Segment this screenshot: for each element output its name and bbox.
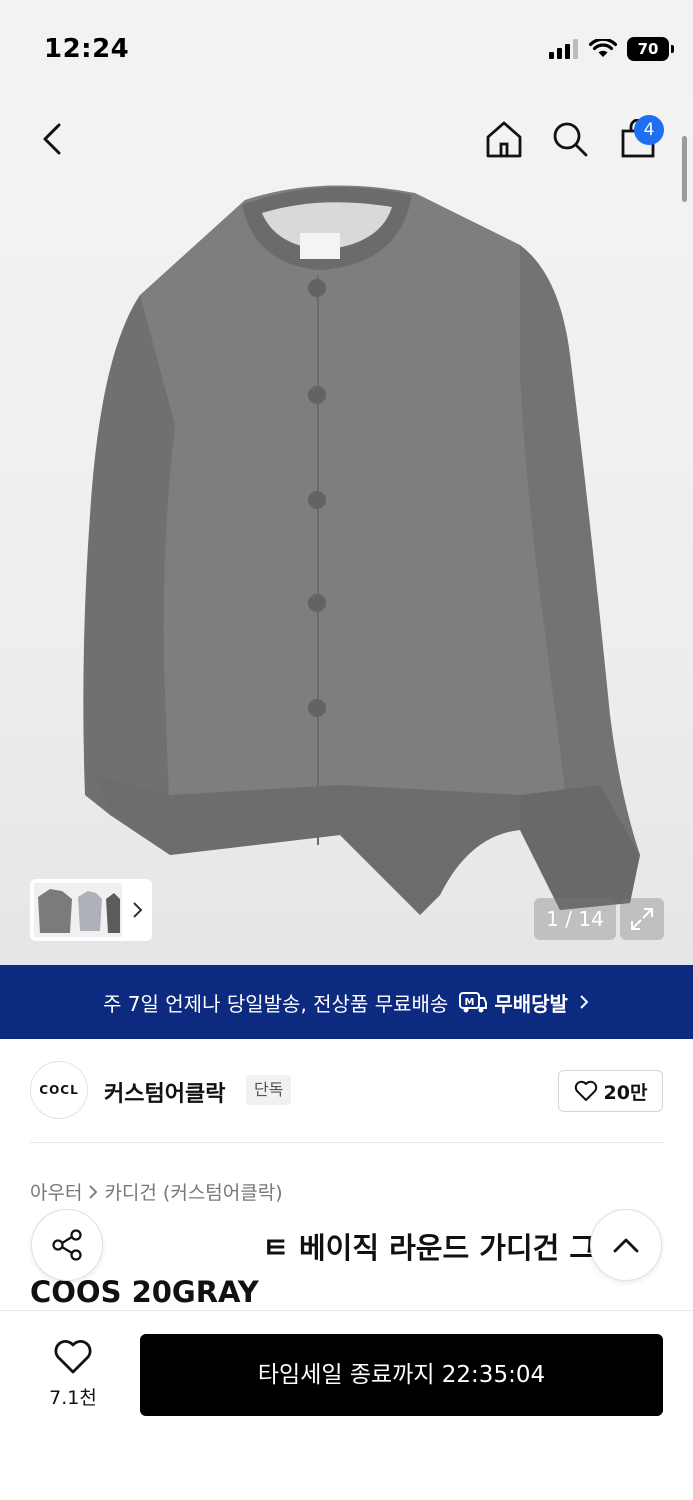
scroll-top-button[interactable] bbox=[590, 1209, 662, 1281]
expand-icon bbox=[631, 908, 653, 930]
home-icon bbox=[486, 121, 522, 158]
brand-logo[interactable]: COCL bbox=[30, 1061, 88, 1119]
status-time: 12:24 bbox=[44, 34, 130, 64]
chevron-right-icon bbox=[89, 1184, 98, 1199]
delivery-truck-icon: M bbox=[459, 992, 488, 1013]
signal-icon bbox=[549, 39, 578, 59]
search-icon bbox=[553, 122, 588, 157]
brand-row[interactable]: COCL 커스텀어클락 단독 20만 bbox=[0, 1039, 693, 1143]
cardigan-image bbox=[83, 185, 640, 916]
image-counter: 1 / 14 bbox=[534, 898, 616, 940]
breadcrumb: 아우터 카디건 (커스텀어클락) bbox=[30, 1178, 283, 1205]
product-image[interactable] bbox=[0, 95, 693, 965]
brand-like-count: 20만 bbox=[603, 1081, 648, 1104]
back-button[interactable] bbox=[28, 115, 76, 163]
search-button[interactable] bbox=[546, 115, 594, 163]
banner-brand-label: 무배당발 bbox=[494, 991, 568, 1016]
home-button[interactable] bbox=[480, 115, 528, 163]
share-icon bbox=[52, 1229, 82, 1261]
divider bbox=[30, 1142, 663, 1143]
product-title: ㅌ 베이직 라운드 가디건 그레이 COOS 20GRAY bbox=[30, 1231, 650, 1309]
status-bar: 12:24 70 bbox=[0, 0, 693, 95]
scrollbar[interactable] bbox=[682, 136, 687, 202]
buy-button[interactable]: 타임세일 종료까지 22:35:04 bbox=[140, 1334, 663, 1416]
shipping-banner[interactable]: 주 7일 언제나 당일발송, 전상품 무료배송 M 무배당발 bbox=[0, 965, 693, 1039]
product-like-count: 7.1천 bbox=[49, 1387, 97, 1409]
chevron-up-icon bbox=[613, 1238, 639, 1253]
truck-badge-letter: M bbox=[465, 997, 475, 1008]
share-button[interactable] bbox=[31, 1209, 103, 1281]
banner-brand: M 무배당발 bbox=[458, 988, 568, 1017]
top-nav bbox=[0, 95, 693, 185]
cart-count-badge: 4 bbox=[634, 115, 664, 145]
product-like-button[interactable]: 7.1천 bbox=[40, 1339, 106, 1409]
wifi-icon bbox=[589, 39, 617, 57]
breadcrumb-subcategory[interactable]: 카디건 (커스텀어클락) bbox=[104, 1178, 282, 1205]
chevron-right-icon bbox=[580, 995, 589, 1009]
brand-like-button[interactable]: 20만 bbox=[558, 1070, 663, 1112]
brand-name[interactable]: 커스텀어클락 bbox=[104, 1076, 225, 1108]
breadcrumb-category[interactable]: 아우터 bbox=[30, 1178, 82, 1205]
fullscreen-button[interactable] bbox=[620, 898, 664, 940]
battery-indicator: 70 bbox=[627, 37, 674, 61]
status-icons: 70 bbox=[549, 37, 674, 61]
banner-text: 주 7일 언제나 당일발송, 전상품 무료배송 bbox=[103, 991, 449, 1016]
heart-icon bbox=[54, 1340, 92, 1374]
heart-icon bbox=[574, 1080, 597, 1101]
back-arrow-icon bbox=[43, 123, 61, 155]
bottom-bar: 7.1천 타임세일 종료까지 22:35:04 bbox=[0, 1310, 693, 1500]
thumbnail-images bbox=[34, 883, 143, 937]
exclusive-tag: 단독 bbox=[246, 1075, 292, 1105]
thumbnail-strip[interactable] bbox=[30, 879, 152, 941]
